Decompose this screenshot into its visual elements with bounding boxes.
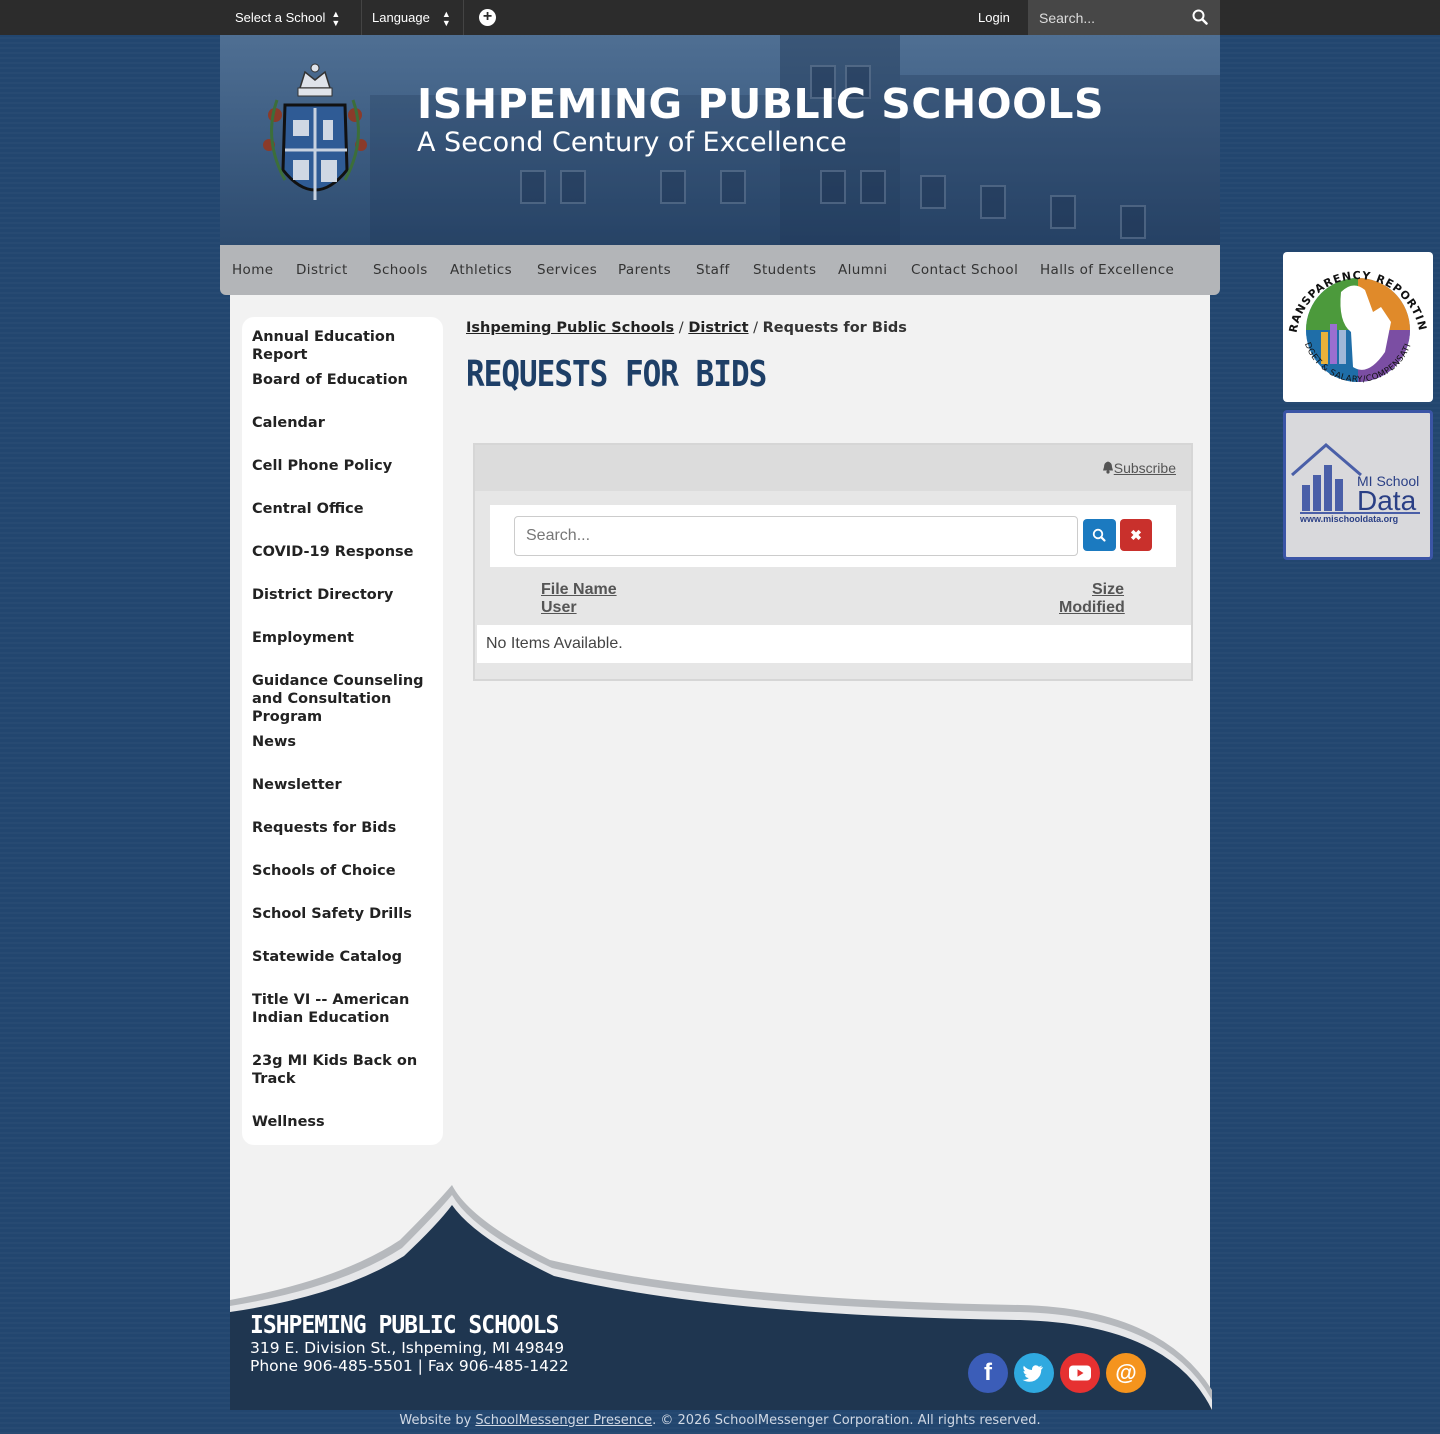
- sidebar-item-statewide-catalog[interactable]: Statewide Catalog: [252, 948, 440, 966]
- file-manager-header: Subscribe: [475, 445, 1191, 491]
- footer-address: 319 E. Division St., Ishpeming, MI 49849: [250, 1339, 565, 1357]
- nav-home[interactable]: Home: [232, 245, 273, 295]
- footer-phone: Phone 906-485-5501 | Fax 906-485-1422: [250, 1357, 569, 1375]
- subscribe-link[interactable]: Subscribe: [1102, 460, 1176, 476]
- breadcrumb: Ishpeming Public Schools / District / Re…: [466, 320, 907, 336]
- close-icon: ✖: [1130, 527, 1142, 543]
- transparency-logo: TRANSPARENCY REPORTING BUDGET & SALARY/C…: [1278, 242, 1428, 385]
- copyright-prefix: Website by: [399, 1413, 476, 1428]
- nav-halls-of-excellence[interactable]: Halls of Excellence: [1040, 245, 1174, 295]
- column-user[interactable]: User: [541, 599, 577, 617]
- window: [560, 170, 586, 204]
- window: [1050, 195, 1076, 229]
- breadcrumb-home[interactable]: Ishpeming Public Schools: [466, 320, 674, 336]
- window: [820, 170, 846, 204]
- sidebar-nav: Annual Education Report Board of Educati…: [242, 317, 443, 1145]
- sidebar-item-board-of-education[interactable]: Board of Education: [252, 371, 440, 389]
- sidebar-item-wellness[interactable]: Wellness: [252, 1113, 440, 1131]
- site-header: ISHPEMING PUBLIC SCHOOLS A Second Centur…: [220, 35, 1220, 245]
- nav-contact-school[interactable]: Contact School: [911, 245, 1018, 295]
- file-manager: Subscribe ✖ File Name User Size Modified…: [473, 443, 1193, 681]
- nav-district[interactable]: District: [296, 245, 348, 295]
- top-utility-bar: Select a School ▲ ▼ Language ▲ ▼ + Login: [0, 0, 1440, 35]
- login-link[interactable]: Login: [978, 0, 1010, 35]
- column-size[interactable]: Size: [1092, 581, 1124, 599]
- window: [860, 170, 886, 204]
- mi-school-data-badge[interactable]: MI School Data www.mischooldata.org: [1283, 410, 1433, 560]
- site-title[interactable]: ISHPEMING PUBLIC SCHOOLS: [417, 80, 1104, 128]
- nav-alumni[interactable]: Alumni: [838, 245, 887, 295]
- sidebar-item-annual-education-report[interactable]: Annual Education Report: [252, 328, 440, 364]
- language-label: Language: [372, 10, 430, 25]
- search-icon: [1092, 528, 1106, 542]
- school-crest-logo[interactable]: [255, 60, 375, 220]
- select-school-dropdown[interactable]: Select a School ▲ ▼: [235, 0, 340, 35]
- sidebar-item-covid-19-response[interactable]: COVID-19 Response: [252, 543, 440, 561]
- language-dropdown[interactable]: Language ▲ ▼: [372, 0, 451, 35]
- sidebar-item-schools-of-choice[interactable]: Schools of Choice: [252, 862, 440, 880]
- plus-circle-icon[interactable]: +: [479, 9, 496, 26]
- window: [980, 185, 1006, 219]
- sort-arrows-icon: ▲ ▼: [441, 8, 451, 28]
- column-file-name[interactable]: File Name: [541, 581, 617, 599]
- empty-row: No Items Available.: [477, 625, 1191, 663]
- twitter-icon[interactable]: [1014, 1353, 1054, 1393]
- select-school-label: Select a School: [235, 10, 326, 25]
- schoolmessenger-link[interactable]: SchoolMessenger Presence: [475, 1413, 652, 1428]
- breadcrumb-district[interactable]: District: [688, 320, 748, 336]
- window: [720, 170, 746, 204]
- empty-message: No Items Available.: [486, 635, 623, 652]
- sidebar-item-23g-mi-kids[interactable]: 23g MI Kids Back on Track: [252, 1052, 440, 1088]
- nav-staff[interactable]: Staff: [696, 245, 730, 295]
- nav-services[interactable]: Services: [537, 245, 597, 295]
- subscribe-label: Subscribe: [1113, 460, 1176, 476]
- file-search-button[interactable]: [1083, 519, 1116, 551]
- divider: [361, 0, 362, 35]
- nav-schools[interactable]: Schools: [373, 245, 428, 295]
- copyright-suffix: . © 2026 SchoolMessenger Corporation. Al…: [652, 1413, 1041, 1428]
- window: [520, 170, 546, 204]
- site-tagline: A Second Century of Excellence: [417, 127, 847, 158]
- sidebar-item-newsletter[interactable]: Newsletter: [252, 776, 440, 794]
- file-search-box: ✖: [490, 505, 1176, 567]
- page-title: REQUESTS FOR BIDS: [466, 354, 767, 396]
- sidebar-item-title-vi[interactable]: Title VI -- American Indian Education: [252, 991, 440, 1027]
- transparency-reporting-badge[interactable]: TRANSPARENCY REPORTING BUDGET & SALARY/C…: [1278, 242, 1433, 402]
- window: [660, 170, 686, 204]
- sidebar-item-calendar[interactable]: Calendar: [252, 414, 440, 432]
- data-label: Data: [1357, 485, 1417, 516]
- copyright: Website by SchoolMessenger Presence. © 2…: [0, 1413, 1440, 1428]
- sidebar-item-school-safety-drills[interactable]: School Safety Drills: [252, 905, 440, 923]
- nav-students[interactable]: Students: [753, 245, 816, 295]
- column-modified[interactable]: Modified: [1059, 599, 1125, 617]
- search-icon[interactable]: [1192, 9, 1208, 25]
- youtube-icon[interactable]: [1060, 1353, 1100, 1393]
- facebook-icon[interactable]: f: [968, 1353, 1008, 1393]
- bell-icon: [1102, 461, 1113, 474]
- sidebar-item-guidance-counseling[interactable]: Guidance Counseling and Consultation Pro…: [252, 672, 440, 726]
- sidebar-item-district-directory[interactable]: District Directory: [252, 586, 440, 604]
- sidebar-item-central-office[interactable]: Central Office: [252, 500, 440, 518]
- footer-title: ISHPEMING PUBLIC SCHOOLS: [250, 1311, 559, 1340]
- nav-parents[interactable]: Parents: [618, 245, 671, 295]
- mi-school-data-url: www.mischooldata.org: [1300, 514, 1399, 524]
- divider: [463, 0, 464, 35]
- window: [1120, 205, 1146, 239]
- sort-arrows-icon: ▲ ▼: [331, 8, 341, 28]
- breadcrumb-current: Requests for Bids: [762, 320, 907, 336]
- sidebar-item-cell-phone-policy[interactable]: Cell Phone Policy: [252, 457, 440, 475]
- email-icon[interactable]: @: [1106, 1353, 1146, 1393]
- file-search-input[interactable]: [514, 516, 1078, 556]
- window: [920, 175, 946, 209]
- clear-search-button[interactable]: ✖: [1120, 519, 1152, 551]
- site-search: [1028, 0, 1220, 35]
- site-search-input[interactable]: [1028, 0, 1183, 35]
- sidebar-item-employment[interactable]: Employment: [252, 629, 440, 647]
- nav-athletics[interactable]: Athletics: [450, 245, 512, 295]
- main-nav: Home District Schools Athletics Services…: [220, 245, 1220, 295]
- sidebar-item-news[interactable]: News: [252, 733, 440, 751]
- sidebar-item-requests-for-bids[interactable]: Requests for Bids: [252, 819, 440, 837]
